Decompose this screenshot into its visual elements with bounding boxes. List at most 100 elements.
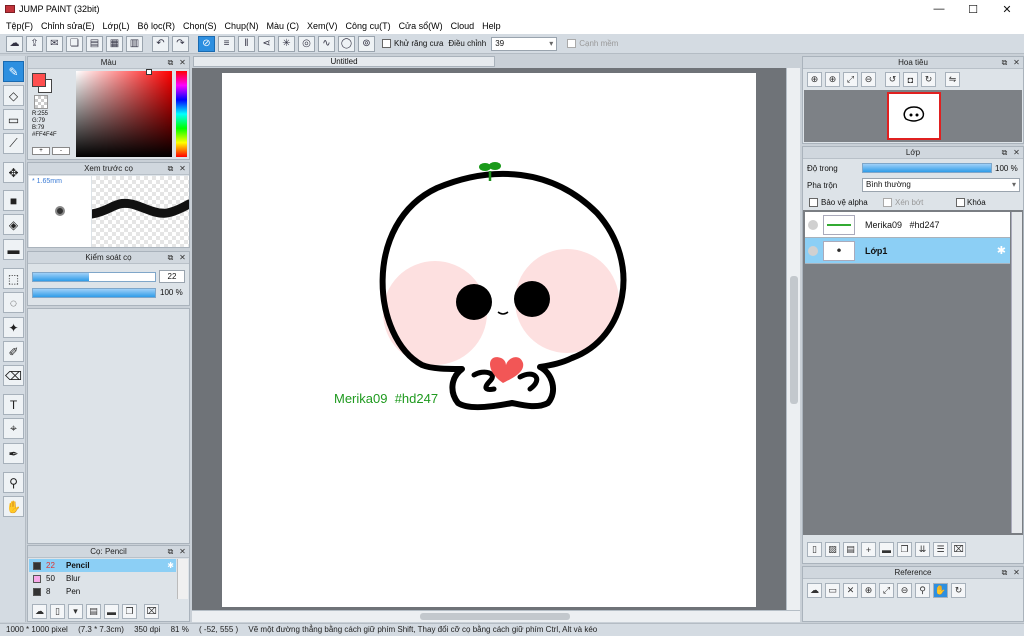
brush-type-icon[interactable]: ▾ — [68, 604, 83, 619]
menu-file[interactable]: Tệp(F) — [6, 21, 33, 31]
layer-folder-icon[interactable]: ▬ — [879, 542, 894, 557]
bucket-tool-icon[interactable]: ◈ — [3, 214, 24, 235]
canvas-horizontal-scrollbar[interactable] — [192, 610, 800, 622]
folder-icon[interactable]: ▬ — [104, 604, 119, 619]
layer-menu-icon[interactable]: ☰ — [933, 542, 948, 557]
add-layer-menu-icon[interactable]: + — [861, 542, 876, 557]
chat-icon[interactable]: ✉ — [46, 35, 63, 52]
panel-float-icon[interactable]: ⧉ — [166, 253, 175, 262]
fill-rect-tool-icon[interactable]: ■ — [3, 190, 24, 211]
zoom-in-icon[interactable]: ⊕ — [807, 72, 822, 87]
panel-close-icon[interactable]: ✕ — [1012, 148, 1021, 157]
rotate-right-icon[interactable]: ↻ — [921, 72, 936, 87]
table-icon[interactable]: ▥ — [126, 35, 143, 52]
pen-tool-icon[interactable]: ✎ — [3, 61, 24, 82]
zoom-out-icon[interactable]: ⊖ — [897, 583, 912, 598]
pen-variant-tool-icon[interactable]: ✒ — [3, 443, 24, 464]
layer-visibility-toggle[interactable] — [808, 245, 818, 256]
navigator-thumbnail[interactable] — [887, 92, 941, 140]
drawing-canvas[interactable]: Merika09 #hd247 — [222, 73, 756, 607]
menu-layer[interactable]: Lớp(L) — [103, 21, 130, 31]
cloud-reference-icon[interactable]: ☁ — [807, 583, 822, 598]
eyedropper-icon[interactable]: ⚲ — [915, 583, 930, 598]
minimize-button[interactable]: — — [922, 0, 956, 18]
fit-screen-icon[interactable]: ⤢ — [843, 72, 858, 87]
circle-ruler-icon[interactable]: ◯ — [338, 35, 355, 52]
operation-tool-icon[interactable]: ⌖ — [3, 418, 24, 439]
merge-layer-icon[interactable]: ⇊ — [915, 542, 930, 557]
move-tool-icon[interactable]: ✥ — [3, 162, 24, 183]
close-reference-icon[interactable]: ✕ — [843, 583, 858, 598]
brush-opacity-slider[interactable] — [32, 288, 156, 298]
lasso-tool-icon[interactable]: ◌ — [3, 292, 24, 313]
hand-icon[interactable]: ✋ — [933, 583, 948, 598]
layer-visibility-toggle[interactable] — [808, 219, 818, 230]
text-tool-icon[interactable]: T — [3, 394, 24, 415]
delete-brush-icon[interactable]: ⌧ — [144, 604, 159, 619]
vertical-ruler-icon[interactable]: ‖ — [238, 35, 255, 52]
layer-list-scrollbar[interactable] — [1011, 212, 1022, 533]
color-add-button[interactable]: + — [32, 147, 50, 155]
grid-page-icon[interactable]: ▦ — [106, 35, 123, 52]
zoom-in-icon[interactable]: ⊕ — [861, 583, 876, 598]
perspective-ruler-icon[interactable]: ⋖ — [258, 35, 275, 52]
zoom-out-icon[interactable]: ⊖ — [861, 72, 876, 87]
panel-float-icon[interactable]: ⧉ — [166, 58, 175, 67]
hue-slider[interactable] — [176, 71, 187, 157]
rotate-left-icon[interactable]: ↺ — [885, 72, 900, 87]
gradient-tool-icon[interactable]: ▬ — [3, 239, 24, 260]
layer-row-lop1[interactable]: ☻ Lớp1 ✱ — [805, 238, 1010, 264]
duplicate-layer-icon[interactable]: ❐ — [897, 542, 912, 557]
comment-icon[interactable]: ❏ — [66, 35, 83, 52]
panel-close-icon[interactable]: ✕ — [178, 547, 187, 556]
line-tool-icon[interactable]: ⟋ — [3, 133, 24, 154]
delete-layer-icon[interactable]: ⌧ — [951, 542, 966, 557]
copy-brush-icon[interactable]: ▤ — [86, 604, 101, 619]
copy-layer-icon[interactable]: ▤ — [843, 542, 858, 557]
select-pen-tool-icon[interactable]: ✐ — [3, 341, 24, 362]
eyedropper-tool-icon[interactable]: ⚲ — [3, 472, 24, 493]
panel-float-icon[interactable]: ⧉ — [1000, 148, 1009, 157]
menu-capture[interactable]: Chụp(N) — [225, 21, 259, 31]
saturation-value-picker[interactable] — [76, 71, 172, 157]
new-layer-icon[interactable]: ▯ — [807, 542, 822, 557]
transparent-color-swatch[interactable] — [34, 95, 48, 109]
radial-ruler-icon[interactable]: ✳ — [278, 35, 295, 52]
layer-settings-icon[interactable]: ✱ — [997, 244, 1006, 257]
menu-window[interactable]: Cửa sổ(W) — [399, 21, 443, 31]
layer-row-text[interactable]: Merika09 #hd247 — [805, 212, 1010, 238]
curve-ruler-icon[interactable]: ∿ — [318, 35, 335, 52]
document-tab[interactable]: Untitled — [193, 56, 495, 67]
undo-icon[interactable]: ↶ — [152, 35, 169, 52]
reset-view-icon[interactable]: ◘ — [903, 72, 918, 87]
panel-close-icon[interactable]: ✕ — [1012, 58, 1021, 67]
menu-edit[interactable]: Chỉnh sửa(E) — [41, 21, 95, 31]
brush-item-blur[interactable]: 50 Blur — [29, 572, 176, 585]
duplicate-icon[interactable]: ❐ — [122, 604, 137, 619]
adjust-select[interactable]: 39 — [491, 36, 558, 51]
cloud-brush-icon[interactable]: ☁ — [32, 604, 47, 619]
open-reference-icon[interactable]: ▭ — [825, 583, 840, 598]
blend-mode-select[interactable]: Bình thường — [862, 178, 1020, 192]
menu-filter[interactable]: Bộ lọc(R) — [137, 21, 175, 31]
menu-color[interactable]: Màu (C) — [267, 21, 300, 31]
maximize-button[interactable]: ☐ — [956, 0, 990, 18]
eraser-tool-icon[interactable]: ◇ — [3, 85, 24, 106]
foreground-color-swatch[interactable] — [32, 73, 46, 87]
snap-checkbox[interactable] — [567, 39, 577, 48]
vertical-scroll-thumb[interactable] — [790, 276, 798, 404]
magic-wand-tool-icon[interactable]: ✦ — [3, 317, 24, 338]
protect-alpha-checkbox[interactable] — [809, 198, 818, 207]
select-eraser-tool-icon[interactable]: ⌫ — [3, 365, 24, 386]
concentric-ruler-icon[interactable]: ◎ — [298, 35, 315, 52]
panel-float-icon[interactable]: ⧉ — [166, 547, 175, 556]
menu-view[interactable]: Xem(V) — [307, 21, 338, 31]
panel-float-icon[interactable]: ⧉ — [1000, 58, 1009, 67]
panel-close-icon[interactable]: ✕ — [1012, 568, 1021, 577]
flip-icon[interactable]: ⇋ — [945, 72, 960, 87]
ruler-off-icon[interactable]: ⊘ — [198, 35, 215, 52]
panel-float-icon[interactable]: ⧉ — [166, 164, 175, 173]
rotate-icon[interactable]: ↻ — [951, 583, 966, 598]
horizontal-scroll-thumb[interactable] — [420, 613, 570, 620]
export-icon[interactable]: ⇪ — [26, 35, 43, 52]
